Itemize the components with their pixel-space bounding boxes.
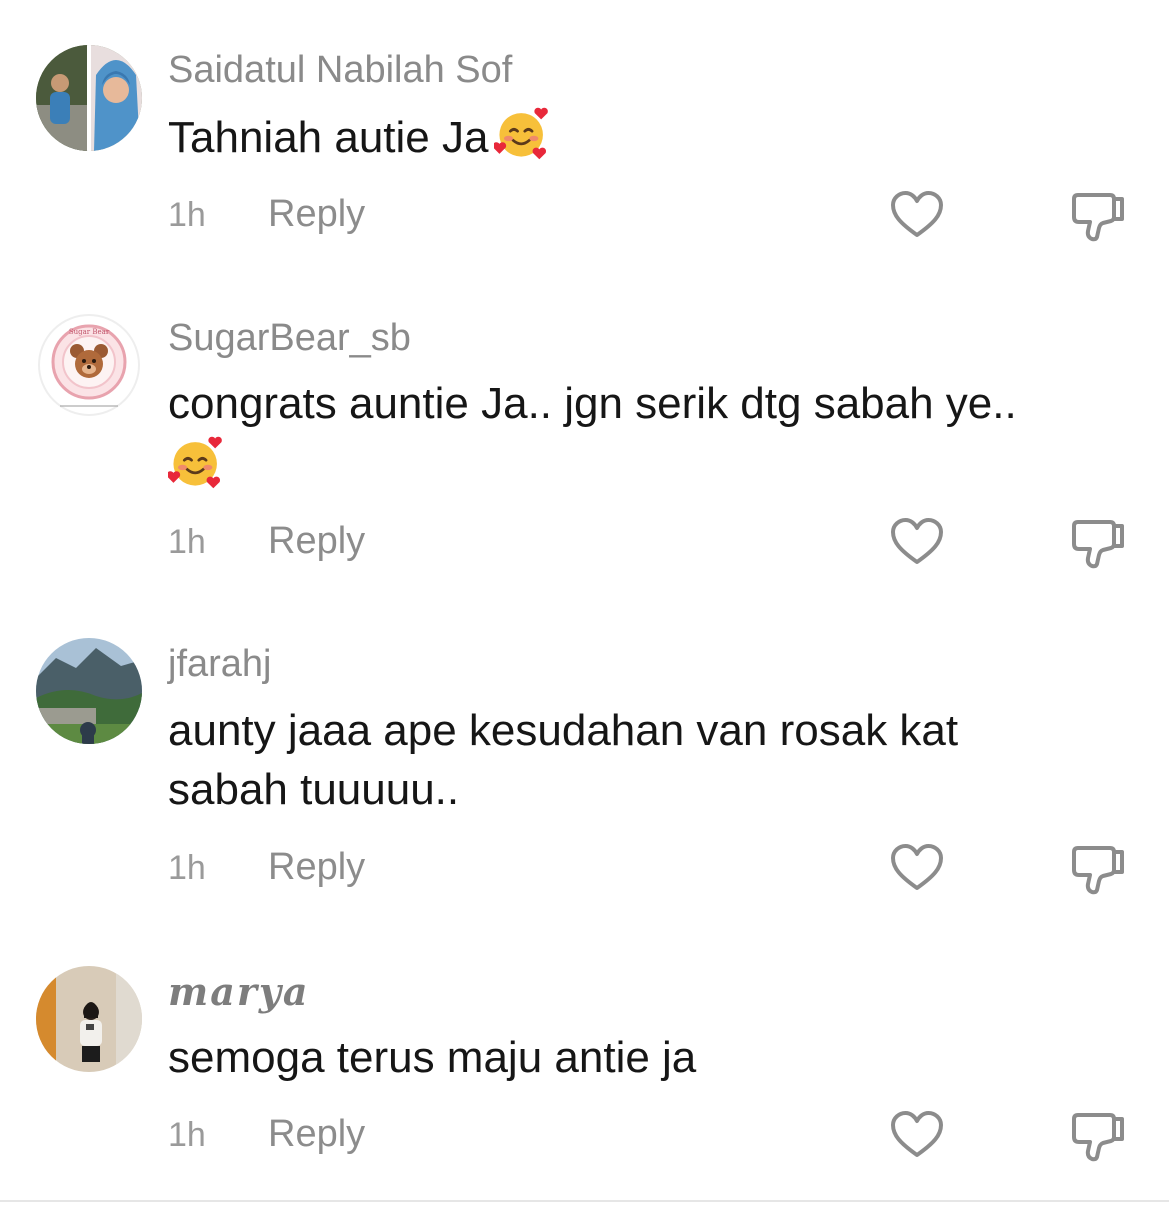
thumbs-down-outline-icon[interactable] [1070, 844, 1126, 896]
heart-outline-icon[interactable] [890, 517, 944, 567]
avatar[interactable] [36, 966, 142, 1072]
comment-time: 1h [168, 523, 206, 561]
comment-text: semoga terus maju antie ja [168, 1033, 697, 1082]
reply-button[interactable]: Reply [268, 845, 365, 889]
avatar[interactable] [36, 45, 142, 151]
comment-username[interactable]: marya [168, 970, 310, 1014]
heart-outline-icon[interactable] [890, 843, 944, 893]
reply-button[interactable]: Reply [268, 192, 365, 236]
avatar[interactable] [36, 638, 142, 744]
thumbs-down-outline-icon[interactable] [1070, 1111, 1126, 1163]
thumbs-down-outline-icon[interactable] [1070, 191, 1126, 243]
comment-username[interactable]: Saidatul Nabilah Sof [168, 48, 512, 92]
comment-item: Sugar Bear SugarBear_sb congrats auntie … [0, 280, 1169, 600]
comment-time: 1h [168, 1116, 206, 1154]
avatar-logo-text: Sugar Bear [69, 328, 110, 336]
comment-username[interactable]: SugarBear_sb [168, 316, 411, 360]
thumbs-down-outline-icon[interactable] [1070, 518, 1126, 570]
heart-outline-icon[interactable] [890, 190, 944, 240]
comment-text: congrats auntie Ja.. jgn serik dtg sabah… [168, 374, 1118, 491]
comment-body: Tahniah autie Ja [168, 113, 489, 162]
reply-button[interactable]: Reply [268, 1112, 365, 1156]
divider [0, 1200, 1169, 1202]
comment-item: jfarahj aunty jaaa ape kesudahan van ros… [0, 600, 1169, 930]
comment-body: congrats auntie Ja.. jgn serik dtg sabah… [168, 379, 1017, 428]
avatar[interactable]: Sugar Bear [36, 312, 142, 418]
comment-text: Tahniah autie Ja [168, 104, 1118, 167]
comment-username[interactable]: jfarahj [168, 642, 272, 686]
comment-item: Saidatul Nabilah Sof Tahniah autie Ja 1h… [0, 0, 1169, 280]
comment-text: aunty jaaa ape kesudahan van rosak kat s… [168, 706, 959, 814]
reply-button[interactable]: Reply [268, 519, 365, 563]
smiling-face-with-hearts-icon [168, 436, 222, 489]
comment-item: marya semoga terus maju antie ja 1h Repl… [0, 930, 1169, 1200]
heart-outline-icon[interactable] [890, 1110, 944, 1160]
comment-time: 1h [168, 196, 206, 234]
comment-time: 1h [168, 849, 206, 887]
smiling-face-with-hearts-icon [494, 107, 549, 160]
